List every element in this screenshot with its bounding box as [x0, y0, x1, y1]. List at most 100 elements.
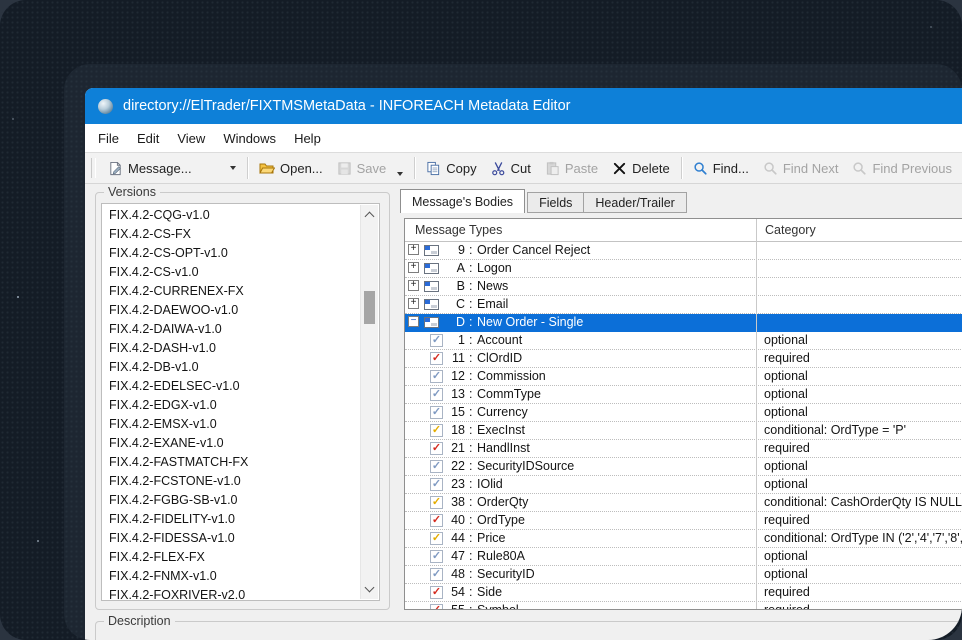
table-header: Message Types Category	[405, 219, 962, 242]
description-title: Description	[104, 614, 175, 629]
version-list-item[interactable]: FIX.4.2-CS-v1.0	[102, 263, 379, 282]
version-list-item[interactable]: FIX.4.2-DAEWOO-v1.0	[102, 301, 379, 320]
field-row[interactable]: 55 : Symbol required	[405, 602, 962, 609]
chevron-down-icon[interactable]	[397, 171, 404, 176]
field-row[interactable]: 38 : OrderQty conditional: CashOrderQty …	[405, 494, 962, 512]
toolbar-button-find-next[interactable]: Find Next	[756, 155, 846, 181]
field-row[interactable]: 11 : ClOrdID required	[405, 350, 962, 368]
title-bar[interactable]: directory://ElTrader/FIXTMSMetaData - IN…	[85, 88, 962, 124]
field-row[interactable]: 15 : Currency optional	[405, 404, 962, 422]
version-list-item[interactable]: FIX.4.2-FASTMATCH-FX	[102, 453, 379, 472]
versions-scrollbar[interactable]	[360, 205, 378, 599]
column-header-category[interactable]: Category	[756, 223, 816, 237]
field-row[interactable]: 18 : ExecInst conditional: OrdType = 'P'	[405, 422, 962, 440]
page-background: directory://ElTrader/FIXTMSMetaData - IN…	[0, 0, 962, 640]
field-row[interactable]: 47 : Rule80A optional	[405, 548, 962, 566]
tab-message-s-bodies[interactable]: Message's Bodies	[400, 189, 526, 213]
field-row[interactable]: 13 : CommType optional	[405, 386, 962, 404]
message-icon	[108, 161, 123, 176]
field-row[interactable]: 1 : Account optional	[405, 332, 962, 350]
paste-icon	[545, 161, 560, 176]
toolbar-button-message[interactable]: Message...	[101, 155, 243, 181]
expander-icon[interactable]: +	[408, 244, 419, 255]
message-type-row[interactable]: + 9 : Order Cancel Reject	[405, 242, 962, 260]
find-previous-icon	[852, 161, 867, 176]
menu-item-edit[interactable]: Edit	[128, 124, 168, 152]
open-folder-icon	[259, 160, 275, 176]
version-list-item[interactable]: FIX.4.2-FGBG-SB-v1.0	[102, 491, 379, 510]
scrollbar-thumb[interactable]	[364, 291, 375, 324]
field-row[interactable]: 23 : IOlid optional	[405, 476, 962, 494]
toolbar-button-save[interactable]: Save	[330, 155, 411, 181]
toolbar-button-cut[interactable]: Cut	[484, 155, 538, 181]
menu-item-view[interactable]: View	[168, 124, 214, 152]
menu-item-file[interactable]: File	[89, 124, 128, 152]
expander-icon[interactable]: +	[408, 298, 419, 309]
version-list-item[interactable]: FIX.4.2-EDGX-v1.0	[102, 396, 379, 415]
version-list-item[interactable]: FIX.4.2-FOXRIVER-v2.0	[102, 586, 379, 600]
description-groupbox: Description	[95, 614, 962, 640]
save-icon	[337, 161, 352, 176]
field-row[interactable]: 40 : OrdType required	[405, 512, 962, 530]
toolbar-button-delete[interactable]: Delete	[605, 155, 677, 181]
message-type-row[interactable]: + B : News	[405, 278, 962, 296]
expander-icon[interactable]: −	[408, 316, 419, 327]
menu-bar: File Edit View Windows Help	[85, 124, 962, 153]
version-list-item[interactable]: FIX.4.2-FCSTONE-v1.0	[102, 472, 379, 491]
version-list-item[interactable]: FIX.4.2-FIDELITY-v1.0	[102, 510, 379, 529]
menu-item-help[interactable]: Help	[285, 124, 330, 152]
find-next-icon	[763, 161, 778, 176]
message-types-table: Message Types Category + 9 : Order Cance…	[404, 218, 962, 610]
field-row[interactable]: 48 : SecurityID optional	[405, 566, 962, 584]
toolbar-grip[interactable]	[91, 158, 96, 178]
cut-icon	[491, 161, 506, 176]
backdrop-panel: directory://ElTrader/FIXTMSMetaData - IN…	[0, 0, 962, 640]
version-list-item[interactable]: FIX.4.2-FIDESSA-v1.0	[102, 529, 379, 548]
version-list-item[interactable]: FIX.4.2-DASH-v1.0	[102, 339, 379, 358]
message-type-row[interactable]: + A : Logon	[405, 260, 962, 278]
version-list-item[interactable]: FIX.4.2-EDELSEC-v1.0	[102, 377, 379, 396]
versions-title: Versions	[104, 185, 160, 200]
field-row[interactable]: 12 : Commission optional	[405, 368, 962, 386]
message-type-row[interactable]: + C : Email	[405, 296, 962, 314]
version-list-item[interactable]: FIX.4.2-FNMX-v1.0	[102, 567, 379, 586]
delete-icon	[612, 161, 627, 176]
menu-item-windows[interactable]: Windows	[214, 124, 285, 152]
version-list-item[interactable]: FIX.4.2-CQG-v1.0	[102, 206, 379, 225]
field-row[interactable]: 22 : SecurityIDSource optional	[405, 458, 962, 476]
message-type-row[interactable]: − D : New Order - Single	[405, 314, 962, 332]
field-row[interactable]: 44 : Price conditional: OrdType IN ('2',…	[405, 530, 962, 548]
scroll-down-icon[interactable]	[361, 582, 378, 596]
version-list-item[interactable]: FIX.4.2-CURRENEX-FX	[102, 282, 379, 301]
version-list-item[interactable]: FIX.4.2-DAIWA-v1.0	[102, 320, 379, 339]
version-list-item[interactable]: FIX.4.2-FLEX-FX	[102, 548, 379, 567]
version-list-item[interactable]: FIX.4.2-DB-v1.0	[102, 358, 379, 377]
scroll-up-icon[interactable]	[361, 208, 378, 222]
version-list-item[interactable]: FIX.4.2-EXANE-v1.0	[102, 434, 379, 453]
toolbar-button-open[interactable]: Open...	[252, 155, 330, 181]
toolbar-button-find-previous[interactable]: Find Previous	[845, 155, 958, 181]
tab-fields[interactable]: Fields	[527, 192, 585, 213]
column-divider[interactable]	[756, 219, 757, 609]
expander-icon[interactable]: +	[408, 262, 419, 273]
screenshot-card: directory://ElTrader/FIXTMSMetaData - IN…	[64, 64, 962, 640]
versions-groupbox: Versions FIX.4.2-CQG-v1.0 FIX.4.2-CS-FX FI…	[95, 185, 390, 610]
field-row[interactable]: 54 : Side required	[405, 584, 962, 602]
version-list-item[interactable]: FIX.4.2-CS-FX	[102, 225, 379, 244]
star-dot	[12, 118, 14, 120]
tab-header-trailer[interactable]: Header/Trailer	[583, 192, 687, 213]
versions-listbox: FIX.4.2-CQG-v1.0 FIX.4.2-CS-FX FIX.4.2-CS-…	[101, 203, 380, 601]
copy-icon	[426, 161, 441, 176]
field-row[interactable]: 21 : HandlInst required	[405, 440, 962, 458]
expander-icon[interactable]: +	[408, 280, 419, 291]
toolbar-separator	[247, 157, 248, 179]
toolbar-separator	[414, 157, 416, 179]
toolbar-button-find[interactable]: Find...	[686, 155, 756, 181]
toolbar-button-copy[interactable]: Copy	[419, 155, 483, 181]
star-dot	[17, 296, 19, 298]
version-list-item[interactable]: FIX.4.2-EMSX-v1.0	[102, 415, 379, 434]
toolbar-button-paste[interactable]: Paste	[538, 155, 605, 181]
chevron-down-icon[interactable]	[230, 166, 236, 170]
column-header-message-types[interactable]: Message Types	[405, 223, 756, 237]
version-list-item[interactable]: FIX.4.2-CS-OPT-v1.0	[102, 244, 379, 263]
